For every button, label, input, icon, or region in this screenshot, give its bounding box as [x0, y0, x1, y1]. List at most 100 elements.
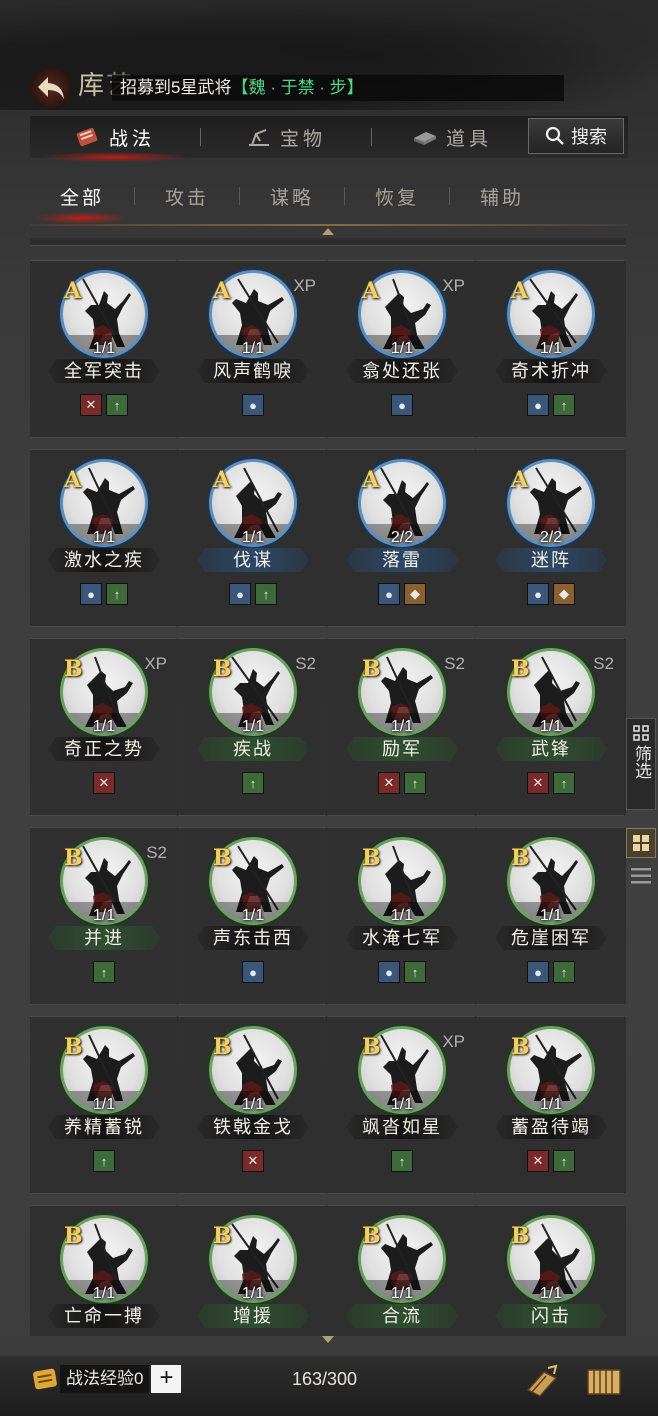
skill-card[interactable]: A 1/1 激水之疾 ● ↑ — [30, 449, 178, 627]
skill-name: 疾战 — [197, 737, 309, 761]
skill-grade: B — [213, 656, 232, 682]
skill-count: 1/1 — [390, 718, 414, 735]
list-view-icon[interactable] — [630, 866, 652, 886]
subtab-strategy[interactable]: 谋略 — [240, 183, 344, 210]
bamboo-slips-icon[interactable] — [584, 1362, 624, 1402]
scroll-down-icon[interactable] — [322, 1336, 334, 1343]
skill-card[interactable]: A XP 1/1 风声鹤唳 ● — [179, 260, 327, 438]
grid-view-button[interactable] — [626, 828, 656, 858]
skill-name: 风声鹤唳 — [197, 359, 309, 383]
subtab-support[interactable]: 辅助 — [450, 183, 554, 210]
recruit-marquee: 招募到5星武将【魏 · 于禁 · 步】 — [112, 75, 564, 101]
skill-count: 2/2 — [390, 529, 414, 546]
skill-card[interactable]: A 1/1 奇术折冲 ● ↑ — [477, 260, 625, 438]
skill-count: 1/1 — [390, 1096, 414, 1113]
skill-grade: B — [511, 845, 530, 871]
strategy-badge-icon: ● — [527, 394, 549, 416]
filter-button[interactable]: 筛选 — [626, 718, 656, 810]
skill-card[interactable]: B XP 1/1 飒沓如星 ↑ — [328, 1016, 476, 1194]
skill-card[interactable]: B 1/1 合流 — [328, 1205, 476, 1336]
subtab-all[interactable]: 全部 — [30, 183, 134, 224]
skill-type-badges: ● ◆ — [477, 583, 625, 605]
subtab-recovery[interactable]: 恢复 — [345, 183, 449, 210]
skill-grade: B — [511, 1034, 530, 1060]
skill-count: 1/1 — [92, 907, 116, 924]
skill-grade: B — [64, 656, 83, 682]
skill-grade: A — [213, 278, 231, 304]
skill-card[interactable]: B 1/1 养精蓄锐 ↑ — [30, 1016, 178, 1194]
skill-count: 1/1 — [539, 718, 563, 735]
buff-badge-icon: ↑ — [553, 961, 575, 983]
skill-tag: XP — [144, 654, 167, 673]
add-exp-button[interactable]: + — [151, 1365, 182, 1393]
skill-card[interactable]: B 1/1 闪击 — [477, 1205, 625, 1336]
skill-count: 1/1 — [241, 529, 265, 546]
skill-card[interactable]: B S2 1/1 武锋 ✕ ↑ — [477, 638, 625, 816]
skill-grade: B — [362, 1223, 381, 1249]
buff-badge-icon: ↑ — [404, 961, 426, 983]
skill-count: 1/1 — [241, 340, 265, 357]
skill-card[interactable]: B S2 1/1 疾战 ↑ — [179, 638, 327, 816]
skill-card[interactable]: B 1/1 蓄盈待竭 ✕ ↑ — [477, 1016, 625, 1194]
skill-card[interactable]: B 1/1 亡命一搏 — [30, 1205, 178, 1336]
marquee-general-name: 【魏 · 于禁 · 步】 — [231, 78, 364, 97]
skill-card[interactable]: A 2/2 迷阵 ● ◆ — [477, 449, 625, 627]
skill-grid[interactable]: A 1/1 全军突击 ✕ ↑ A XP 1/1 风声鹤唳 ● A XP 1/1 翕处还张 ● A 1/1 奇术折冲… — [30, 238, 626, 1336]
strategy-badge-icon: ● — [242, 394, 264, 416]
skill-grade: B — [362, 845, 381, 871]
skill-grade: A — [213, 467, 231, 493]
back-button[interactable] — [30, 67, 72, 109]
skill-tag: S2 — [146, 843, 167, 862]
skill-row-partial — [30, 238, 626, 246]
skill-card[interactable]: A 1/1 伐谋 ● ↑ — [179, 449, 327, 627]
skill-count: 1/1 — [539, 340, 563, 357]
skill-card[interactable]: B 1/1 危崖困军 ● ↑ — [477, 827, 625, 1005]
skill-tag: XP — [442, 276, 465, 295]
skill-card[interactable]: A 1/1 全军突击 ✕ ↑ — [30, 260, 178, 438]
skill-count: 2/2 — [539, 529, 563, 546]
skill-card[interactable]: B S2 1/1 励军 ✕ ↑ — [328, 638, 476, 816]
tactic-exp: 战法经验0 + — [30, 1364, 182, 1394]
skill-type-badges: ↑ — [30, 961, 178, 983]
skill-count: 1/1 — [241, 718, 265, 735]
scroll-up-icon[interactable] — [322, 228, 334, 235]
footer-bar: 战法经验0 + 163/300 — [0, 1356, 658, 1416]
tab-tactics[interactable]: 战法 — [30, 116, 200, 162]
skill-grade: A — [64, 278, 82, 304]
tab-items[interactable]: 道具 — [372, 116, 492, 158]
skill-count: 1/1 — [390, 340, 414, 357]
skill-grade: A — [64, 467, 82, 493]
skill-card[interactable]: B 1/1 铁戟金戈 ✕ — [179, 1016, 327, 1194]
buff-badge-icon: ↑ — [553, 772, 575, 794]
buff-badge-icon: ↑ — [404, 772, 426, 794]
skill-card[interactable]: B S2 1/1 并进 ↑ — [30, 827, 178, 1005]
strategy-badge-icon: ● — [229, 583, 251, 605]
subtab-attack[interactable]: 攻击 — [135, 183, 239, 210]
buff-badge-icon: ↑ — [106, 394, 128, 416]
convert-scroll-icon[interactable] — [522, 1362, 562, 1402]
search-button[interactable]: 搜索 — [528, 118, 624, 154]
skill-name: 迷阵 — [495, 548, 607, 572]
buff-badge-icon: ↑ — [553, 394, 575, 416]
skill-grade: B — [511, 656, 530, 682]
skill-card[interactable]: B XP 1/1 奇正之势 ✕ — [30, 638, 178, 816]
header: 库艺 招募到5星武将【魏 · 于禁 · 步】 — [0, 55, 658, 115]
skill-card[interactable]: B 1/1 水淹七军 ● ↑ — [328, 827, 476, 1005]
skill-tag: S2 — [295, 654, 316, 673]
skill-grade: A — [511, 467, 529, 493]
skill-count: 1/1 — [241, 1096, 265, 1113]
tab-treasure[interactable]: 宝物 — [201, 116, 371, 158]
skill-count: 1/1 — [390, 1285, 414, 1302]
sword-badge-icon: ✕ — [93, 772, 115, 794]
skill-type-badges: ● ↑ — [179, 583, 327, 605]
skill-count: 1/1 — [539, 907, 563, 924]
skill-card[interactable]: B 1/1 声东击西 ● — [179, 827, 327, 1005]
skill-card[interactable]: B 1/1 增援 — [179, 1205, 327, 1336]
skill-type-badges: ● ↑ — [30, 583, 178, 605]
skill-card[interactable]: A XP 1/1 翕处还张 ● — [328, 260, 476, 438]
control-badge-icon: ◆ — [553, 583, 575, 605]
skill-count: 1/1 — [92, 529, 116, 546]
strategy-badge-icon: ● — [527, 961, 549, 983]
sword-badge-icon: ✕ — [80, 394, 102, 416]
skill-card[interactable]: A 2/2 落雷 ● ◆ — [328, 449, 476, 627]
